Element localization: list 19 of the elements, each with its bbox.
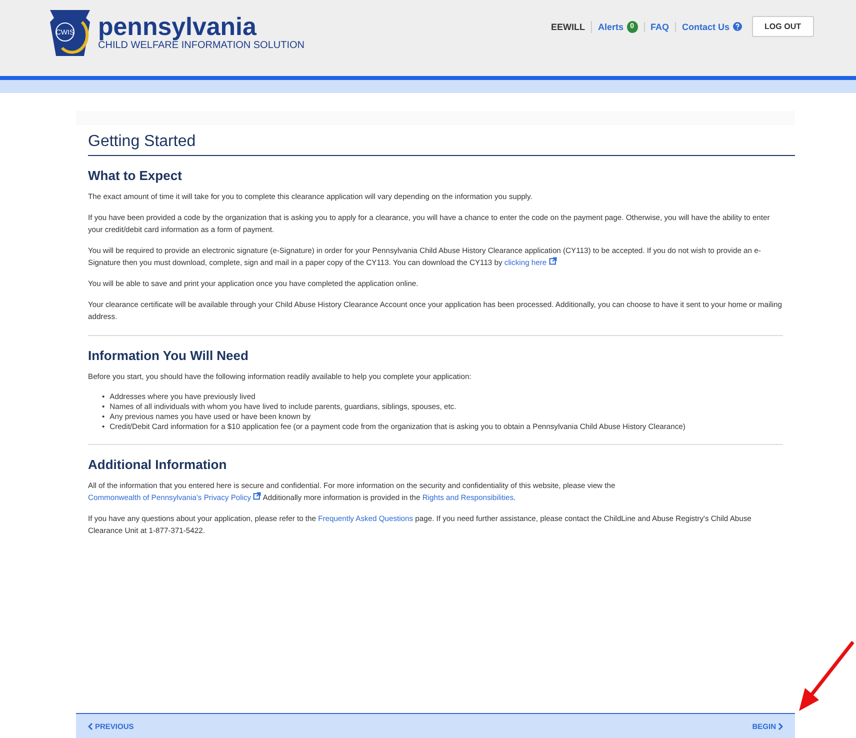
page-title: Getting Started bbox=[88, 133, 795, 156]
nav-link-label: Alerts bbox=[598, 22, 624, 32]
username: EEWILL bbox=[551, 22, 586, 32]
section-heading: Additional Information bbox=[88, 457, 228, 472]
help-icon bbox=[732, 22, 742, 31]
nav-link-label: FAQ bbox=[650, 22, 670, 32]
nav-link[interactable]: Contact Us bbox=[675, 22, 748, 32]
logout-button[interactable]: LOG OUT bbox=[752, 16, 814, 37]
nav-link[interactable]: FAQ bbox=[644, 22, 676, 32]
chevron-right-icon bbox=[778, 722, 783, 730]
logo-subtitle: CHILD WELFARE INFORMATION SOLUTION bbox=[98, 40, 304, 50]
annotation-arrow-icon bbox=[797, 640, 856, 713]
external-link-icon bbox=[253, 492, 262, 500]
section-heading: Information You Will Need bbox=[88, 348, 250, 363]
section-heading: What to Expect bbox=[88, 168, 183, 183]
chevron-left-icon bbox=[88, 722, 93, 730]
logo-title: pennsylvania bbox=[98, 14, 258, 40]
external-link-icon bbox=[548, 257, 557, 265]
nav-link-label: Contact Us bbox=[682, 22, 730, 32]
